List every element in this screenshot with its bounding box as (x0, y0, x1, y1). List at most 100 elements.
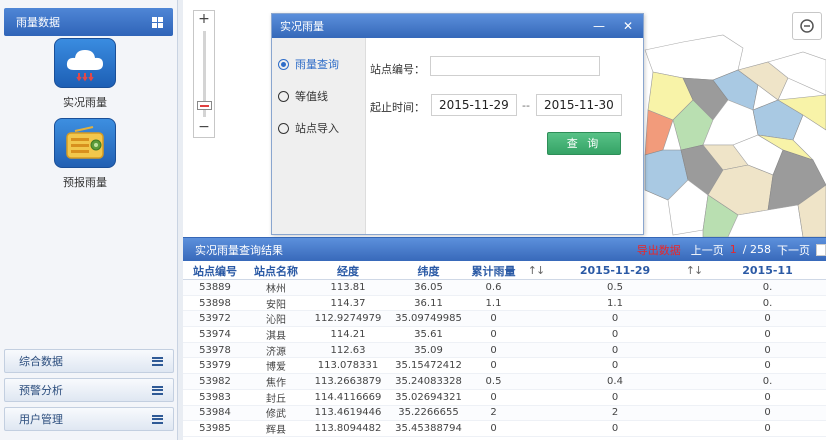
table-cell: 113.4619446 (314, 407, 382, 419)
option-contour[interactable]: 等值线 (272, 80, 365, 112)
table-cell: 0. (762, 297, 773, 309)
column-header[interactable]: 2015-11-29 (551, 264, 679, 277)
table-cell: 0. (762, 375, 773, 387)
table-cell: 112.9274979 (314, 313, 382, 325)
dialog-options-panel: 雨量查询 等值线 站点导入 (272, 38, 366, 234)
table-cell: 114.4116669 (314, 391, 382, 403)
minimize-icon[interactable]: — (593, 19, 605, 33)
dialog-titlebar[interactable]: 实况雨量 — ✕ (272, 14, 643, 38)
table-cell: 113.81 (330, 281, 366, 293)
table-cell: 114.21 (330, 328, 366, 340)
table-cell: 0.4 (607, 375, 623, 387)
results-table: 站点编号 站点名称 经度 纬度 累计雨量 ↑↓ 2015-11-29 ↑↓ 20… (183, 262, 826, 437)
accordion-item-comprehensive[interactable]: 综合数据 (4, 349, 174, 373)
table-cell: 0 (490, 391, 497, 403)
results-title: 实况雨量查询结果 (195, 243, 283, 257)
results-header: 实况雨量查询结果 导出数据 上一页 1 / 258 下一页 (183, 238, 826, 261)
radio-button-selected[interactable] (278, 58, 289, 70)
table-cell: 2 (611, 407, 619, 419)
realtime-rain-dialog: 实况雨量 — ✕ 雨量查询 等值线 站点导入 站点编号： 起止时间： 2015-… (271, 13, 644, 235)
column-header[interactable]: 经度 (305, 263, 391, 279)
table-cell: 焦作 (266, 377, 286, 389)
close-icon[interactable]: ✕ (623, 19, 633, 33)
table-cell: 35.2266655 (398, 407, 459, 419)
sidebar-header[interactable]: 雨量数据 (4, 8, 173, 36)
table-cell: 0 (764, 344, 771, 356)
option-label: 雨量查询 (295, 58, 339, 71)
table-cell: 0 (490, 313, 497, 325)
zoom-slider-handle[interactable] (197, 101, 212, 110)
left-sidebar: 雨量数据 实况雨量 预报雨量 综合数据 预警分析 用户管理 (0, 0, 178, 440)
table-row[interactable]: 53982 焦作 113.2663879 35.24083328 0.5 0.4 0. (183, 374, 826, 390)
table-cell: 53974 (199, 328, 231, 340)
table-cell: 0.5 (485, 375, 502, 387)
table-cell: 0 (611, 313, 619, 325)
table-cell: 1.1 (485, 297, 502, 309)
start-date-input[interactable]: 2015-11-29 (431, 94, 517, 116)
menu-icon (152, 356, 163, 366)
table-row[interactable]: 53979 博爱 113.078331 35.15472412 0 0 0 (183, 358, 826, 375)
map-zoom-control: + − (193, 10, 215, 138)
table-cell: 35.61 (414, 328, 443, 340)
column-header[interactable]: 纬度 (391, 263, 466, 279)
table-cell: 修武 (266, 409, 286, 421)
radio-button[interactable] (278, 122, 289, 134)
table-cell: 2 (490, 407, 497, 419)
table-body: 53889 林州 113.81 36.05 0.6 0.5 0. 53898 安阳 114.37 3… (183, 280, 826, 437)
table-cell: 封丘 (266, 393, 286, 405)
column-header[interactable]: 站点编号 (183, 263, 247, 279)
table-header-row: 站点编号 站点名称 经度 纬度 累计雨量 ↑↓ 2015-11-29 ↑↓ 20… (183, 262, 826, 280)
accordion-label: 用户管理 (19, 413, 63, 426)
table-row[interactable]: 53978 济源 112.63 35.09 0 0 0 (183, 342, 826, 359)
app-tile-forecast-rain[interactable]: 预报雨量 (54, 118, 116, 190)
radio-icon (54, 118, 116, 168)
table-row[interactable]: 53985 辉县 113.8094482 35.45388794 0 0 0 (183, 421, 826, 437)
date-separator: -- (522, 99, 530, 112)
table-cell: 沁阳 (266, 315, 286, 327)
option-rain-query[interactable]: 雨量查询 (272, 48, 365, 80)
table-cell: 53982 (199, 375, 231, 387)
sidebar-header-title: 雨量数据 (16, 16, 60, 29)
option-station-import[interactable]: 站点导入 (272, 112, 365, 144)
zoom-in-button[interactable]: + (194, 11, 214, 29)
page-jump-input[interactable] (816, 243, 826, 256)
table-cell: 113.8094482 (314, 423, 382, 435)
table-cell: 112.63 (330, 344, 366, 356)
app-tile-realtime-rain[interactable]: 实况雨量 (54, 38, 116, 110)
accordion-item-warning[interactable]: 预警分析 (4, 378, 174, 402)
export-data-link[interactable]: 导出数据 (637, 242, 681, 258)
zoom-out-button[interactable]: − (194, 119, 214, 137)
table-cell: 0 (764, 423, 771, 435)
table-cell: 53984 (199, 407, 231, 419)
radio-button[interactable] (278, 90, 289, 102)
prev-page-link[interactable]: 上一页 (691, 242, 724, 258)
end-date-input[interactable]: 2015-11-30 (536, 94, 622, 116)
map-tool-button[interactable] (792, 12, 822, 40)
sort-icon[interactable]: ↑↓ (679, 264, 709, 277)
next-page-link[interactable]: 下一页 (777, 242, 810, 258)
table-row[interactable]: 53889 林州 113.81 36.05 0.6 0.5 0. (183, 280, 826, 296)
column-header[interactable]: 2015-11 (709, 264, 826, 277)
table-cell: 博爱 (266, 362, 286, 374)
table-row[interactable]: 53984 修武 113.4619446 35.2266655 2 2 0 (183, 405, 826, 422)
table-row[interactable]: 53983 封丘 114.4116669 35.02694321 0 0 0 (183, 390, 826, 406)
table-row[interactable]: 53898 安阳 114.37 36.11 1.1 1.1 0. (183, 296, 826, 312)
sort-icon[interactable]: ↑↓ (521, 264, 551, 277)
current-page[interactable]: 1 (730, 243, 737, 256)
table-cell: 0 (764, 328, 771, 340)
column-header[interactable]: 累计雨量 (466, 263, 521, 279)
grid-icon[interactable] (152, 16, 163, 28)
query-button[interactable]: 查 询 (547, 132, 621, 155)
table-row[interactable]: 53974 淇县 114.21 35.61 0 0 0 (183, 327, 826, 343)
table-cell: 安阳 (266, 299, 286, 311)
table-cell: 53898 (199, 297, 231, 309)
menu-icon (152, 385, 163, 395)
table-cell: 53983 (199, 391, 231, 403)
accordion-item-users[interactable]: 用户管理 (4, 407, 174, 431)
station-id-input[interactable] (430, 56, 600, 76)
table-row[interactable]: 53972 沁阳 112.9274979 35.09749985 0 0 0 (183, 311, 826, 328)
column-header[interactable]: 站点名称 (247, 263, 305, 279)
table-cell: 0 (611, 360, 619, 372)
table-cell: 济源 (266, 346, 286, 358)
table-cell: 114.37 (330, 297, 366, 309)
